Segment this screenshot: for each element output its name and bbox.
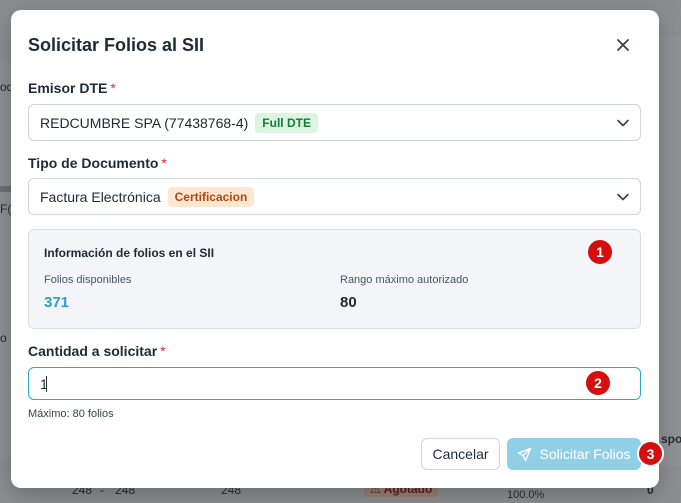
required-mark: * — [161, 155, 167, 171]
solicitar-folios-button[interactable]: Solicitar Folios — [507, 438, 641, 470]
chevron-down-icon — [617, 193, 629, 201]
info-panel-title: Información de folios en el SII — [44, 246, 215, 260]
tipo-documento-select-value: Factura Electrónica — [40, 188, 161, 205]
tipo-documento-select[interactable]: Factura Electrónica Certificacion — [28, 178, 641, 215]
text-cursor — [46, 376, 47, 392]
tipo-documento-tag: Certificacion — [167, 186, 255, 207]
cancel-button[interactable]: Cancelar — [421, 438, 500, 470]
close-button[interactable] — [611, 33, 635, 57]
required-mark: * — [160, 343, 166, 359]
background-text: 100.0% — [507, 489, 545, 501]
step-marker-1: 1 — [588, 240, 612, 264]
required-mark: * — [110, 80, 116, 96]
send-icon — [518, 447, 532, 461]
rango-maximo-label: Rango máximo autorizado — [340, 274, 469, 286]
folios-disponibles-label: Folios disponibles — [44, 274, 132, 286]
tipo-documento-label-text: Tipo de Documento — [28, 155, 159, 171]
chevron-down-icon — [617, 119, 629, 127]
background-right-panel — [658, 36, 681, 466]
solicitar-folios-label: Solicitar Folios — [539, 446, 631, 462]
close-icon — [617, 39, 629, 51]
emisor-select[interactable]: REDCUMBRE SPA (77438768-4) Full DTE — [28, 104, 641, 141]
step-marker-2: 2 — [586, 371, 610, 395]
cantidad-input[interactable] — [28, 367, 641, 400]
folios-disponibles-value: 371 — [44, 294, 70, 311]
cantidad-label: Cantidad a solicitar * — [28, 343, 166, 359]
request-folios-modal: Solicitar Folios al SII Emisor DTE * REDC… — [11, 10, 659, 488]
background-text: F( — [0, 202, 12, 216]
modal-title: Solicitar Folios al SII — [28, 35, 205, 55]
background-topbar — [0, 0, 681, 8]
cantidad-hint: Máximo: 80 folios — [28, 408, 114, 420]
emisor-label: Emisor DTE * — [28, 80, 116, 96]
folios-info-panel: Información de folios en el SII Folios d… — [28, 229, 641, 329]
tipo-documento-label: Tipo de Documento * — [28, 155, 167, 171]
step-marker-3: 3 — [637, 440, 664, 467]
background-text: o — [0, 331, 7, 345]
emisor-select-value: REDCUMBRE SPA (77438768-4) — [40, 114, 249, 131]
rango-maximo-value: 80 — [340, 294, 357, 311]
cantidad-label-text: Cantidad a solicitar — [28, 343, 158, 359]
emisor-label-text: Emisor DTE — [28, 80, 108, 96]
background-text: spo — [661, 432, 681, 446]
emisor-tag: Full DTE — [255, 112, 318, 133]
